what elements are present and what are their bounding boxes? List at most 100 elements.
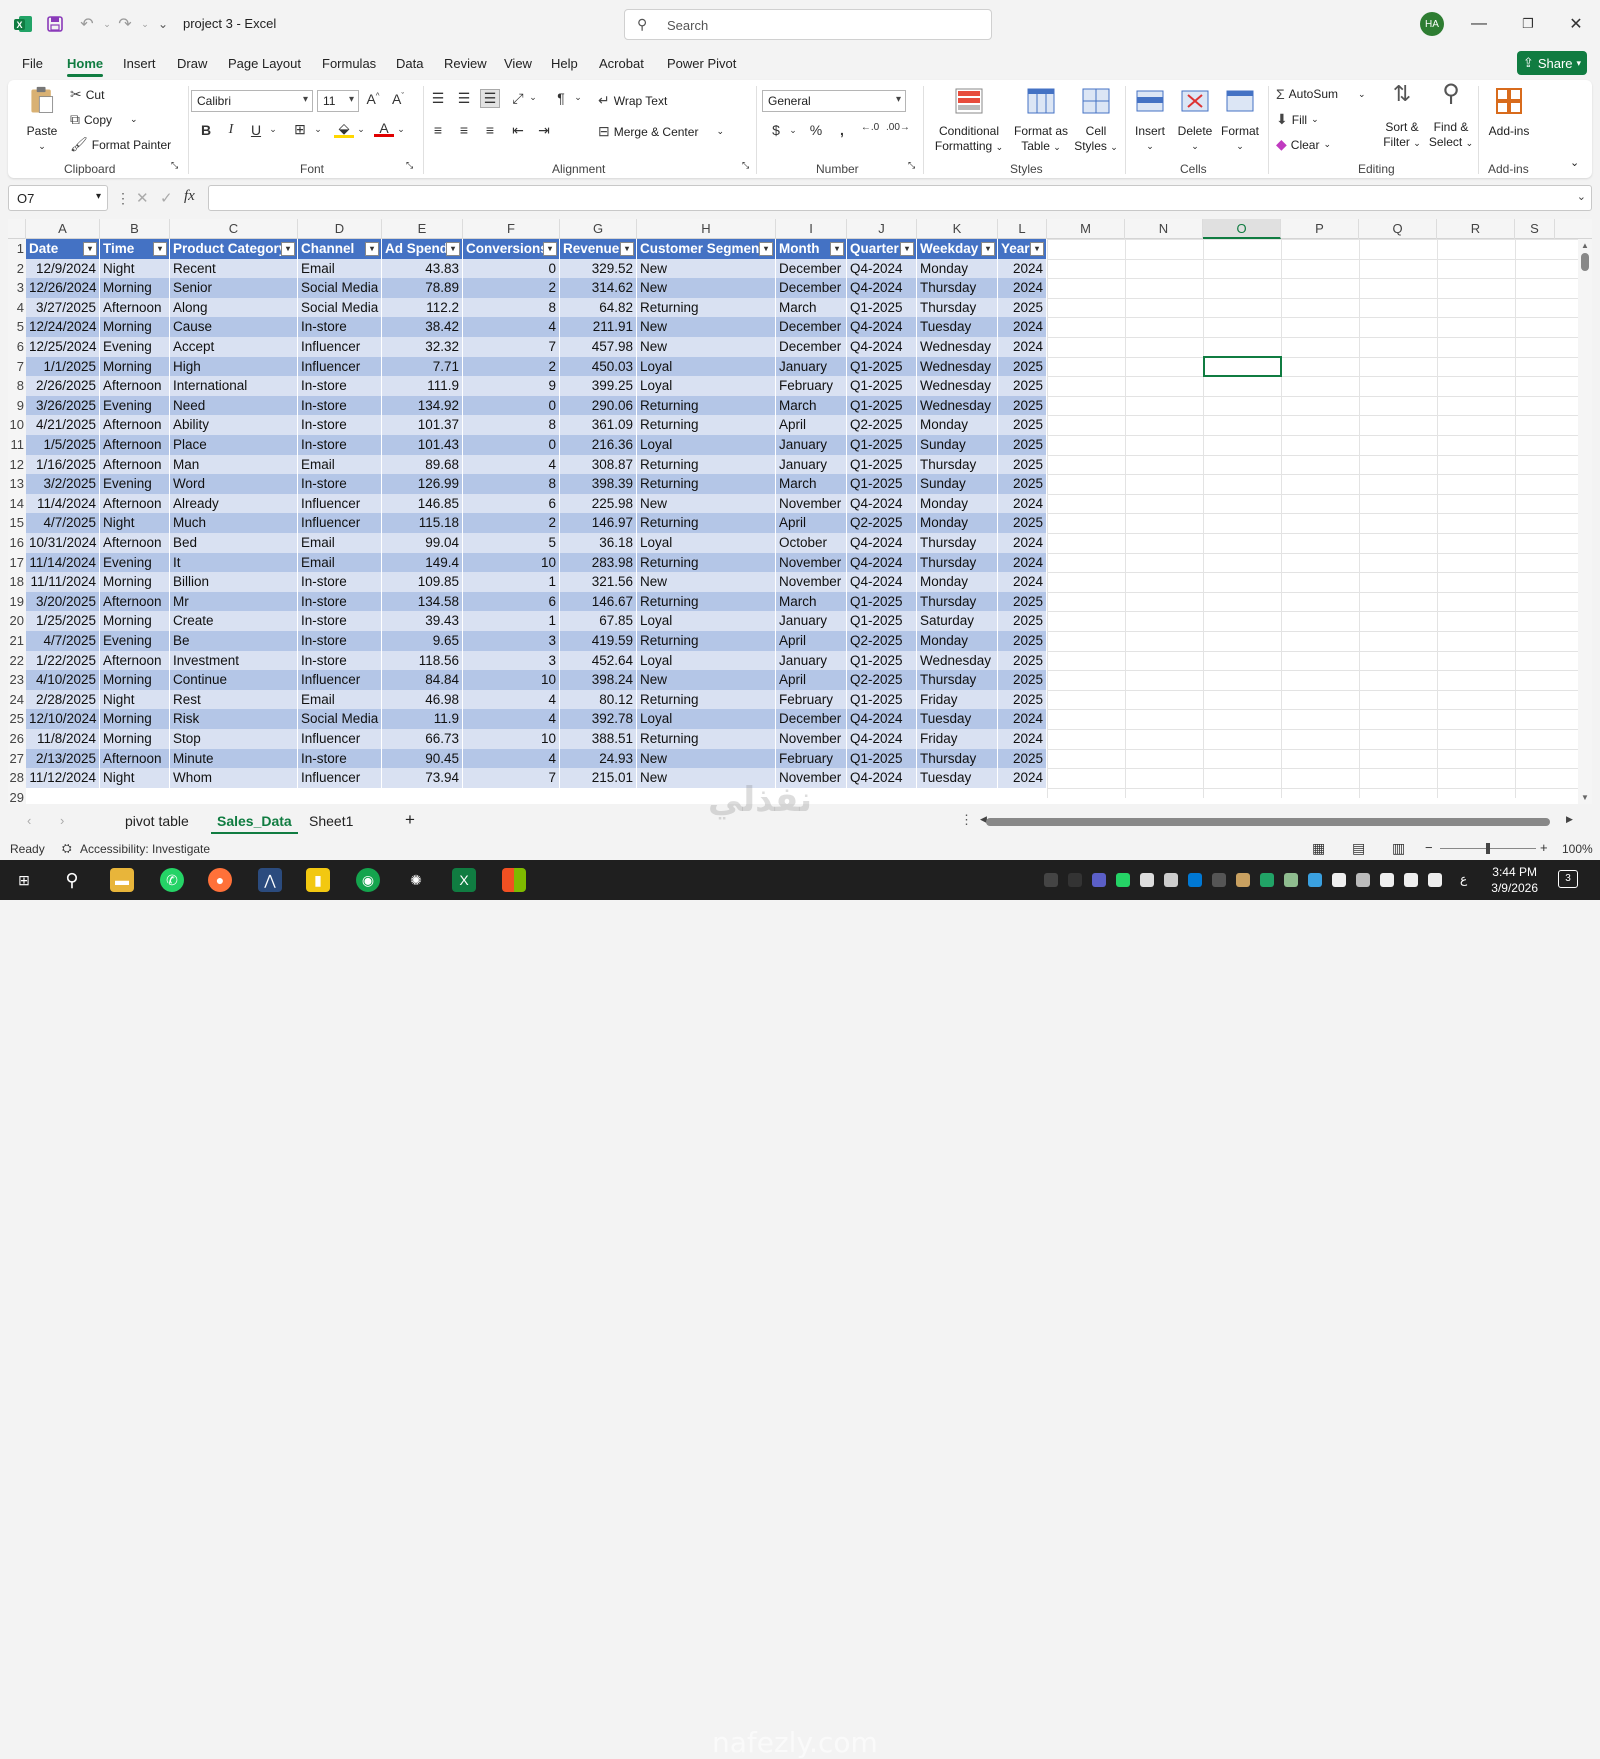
close-button[interactable]: ✕ <box>1562 12 1590 36</box>
format-as-table-button[interactable]: Format as Table ⌄ <box>1012 86 1070 155</box>
table-cell[interactable]: 11/14/2024 <box>26 552 100 573</box>
table-cell[interactable]: 215.01 <box>560 768 637 788</box>
table-cell[interactable]: Monday <box>917 258 998 279</box>
tray-icon[interactable] <box>1356 873 1370 887</box>
sort-filter-button[interactable]: ⇅ Sort & Filter ⌄ <box>1380 83 1424 151</box>
table-cell[interactable]: Q4-2024 <box>847 493 917 514</box>
table-cell[interactable]: 2025 <box>998 395 1047 416</box>
search-icon[interactable]: ⚲ <box>60 868 84 892</box>
table-cell[interactable]: Sunday <box>917 435 998 455</box>
table-cell[interactable]: Be <box>170 631 298 651</box>
row-header[interactable]: 14 <box>8 493 26 514</box>
table-cell[interactable]: Thursday <box>917 533 998 553</box>
decrease-indent-icon[interactable]: ⇤ <box>508 122 528 139</box>
clipboard-launcher-icon[interactable]: ⤡ <box>171 160 178 171</box>
table-cell[interactable]: 2024 <box>998 709 1047 729</box>
table-cell[interactable]: Q1-2025 <box>847 689 917 710</box>
table-cell[interactable]: Returning <box>637 631 776 651</box>
table-cell[interactable]: 4/7/2025 <box>26 631 100 651</box>
redo-icon[interactable]: ↷ <box>114 13 136 35</box>
table-cell[interactable]: Afternoon <box>100 748 170 769</box>
table-cell[interactable]: 89.68 <box>382 454 463 475</box>
table-cell[interactable]: 4/10/2025 <box>26 670 100 690</box>
table-cell[interactable]: Wednesday <box>917 395 998 416</box>
table-cell[interactable]: 39.43 <box>382 611 463 631</box>
filter-dropdown-icon[interactable]: ▾ <box>759 242 773 256</box>
column-header-n[interactable]: N <box>1125 219 1203 239</box>
decrease-font-icon[interactable]: Aˇ <box>388 91 408 107</box>
table-cell[interactable]: 2025 <box>998 591 1047 612</box>
table-cell[interactable]: Social Media <box>298 278 382 298</box>
filter-dropdown-icon[interactable]: ▾ <box>981 242 995 256</box>
table-cell[interactable]: 450.03 <box>560 356 637 377</box>
table-cell[interactable]: 3 <box>463 631 560 651</box>
table-cell[interactable]: March <box>776 297 847 318</box>
row-header[interactable]: 22 <box>8 650 26 671</box>
table-cell[interactable]: Investment <box>170 650 298 671</box>
table-cell[interactable]: Morning <box>100 670 170 690</box>
table-cell[interactable]: Monday <box>917 493 998 514</box>
tab-data[interactable]: Data <box>396 56 423 71</box>
table-cell[interactable]: Afternoon <box>100 415 170 435</box>
table-cell[interactable]: Tuesday <box>917 709 998 729</box>
table-cell[interactable]: January <box>776 454 847 475</box>
table-cell[interactable]: In-store <box>298 435 382 455</box>
zoom-in-icon[interactable]: + <box>1540 840 1548 855</box>
table-cell[interactable]: 3/20/2025 <box>26 591 100 612</box>
table-cell[interactable]: 419.59 <box>560 631 637 651</box>
table-cell[interactable]: 112.2 <box>382 297 463 318</box>
tray-icon[interactable] <box>1068 873 1082 887</box>
row-header[interactable]: 25 <box>8 709 26 729</box>
table-cell[interactable]: December <box>776 278 847 298</box>
table-cell[interactable]: Friday <box>917 729 998 749</box>
increase-font-icon[interactable]: A^ <box>363 91 383 107</box>
tray-icon[interactable] <box>1188 873 1202 887</box>
table-cell[interactable]: Q4-2024 <box>847 552 917 573</box>
table-cell[interactable]: Email <box>298 258 382 279</box>
percent-icon[interactable]: % <box>806 122 826 138</box>
excel-taskbar-icon[interactable]: X <box>452 868 476 892</box>
table-cell[interactable]: Thursday <box>917 454 998 475</box>
table-cell[interactable]: Place <box>170 435 298 455</box>
table-cell[interactable]: November <box>776 729 847 749</box>
table-cell[interactable]: 11/8/2024 <box>26 729 100 749</box>
table-cell[interactable]: Continue <box>170 670 298 690</box>
table-cell[interactable]: 12/25/2024 <box>26 337 100 357</box>
table-cell[interactable]: Returning <box>637 454 776 475</box>
table-cell[interactable]: Wednesday <box>917 376 998 396</box>
table-cell[interactable]: December <box>776 709 847 729</box>
table-cell[interactable]: April <box>776 631 847 651</box>
filter-dropdown-icon[interactable]: ▾ <box>365 242 379 256</box>
table-cell[interactable]: 2025 <box>998 689 1047 710</box>
table-cell[interactable]: 0 <box>463 435 560 455</box>
vertical-scrollbar[interactable]: ▲ ▼ <box>1578 239 1592 804</box>
table-cell[interactable]: In-store <box>298 415 382 435</box>
format-cells-button[interactable]: Format ⌄ <box>1218 86 1262 154</box>
table-cell[interactable]: 4/7/2025 <box>26 513 100 533</box>
table-cell[interactable]: High <box>170 356 298 377</box>
table-cell[interactable]: Rest <box>170 689 298 710</box>
row-header[interactable]: 24 <box>8 689 26 710</box>
table-cell[interactable]: New <box>637 317 776 337</box>
table-cell[interactable]: Loyal <box>637 709 776 729</box>
table-cell[interactable]: 101.43 <box>382 435 463 455</box>
table-cell[interactable]: Loyal <box>637 533 776 553</box>
table-cell[interactable]: 0 <box>463 258 560 279</box>
table-cell[interactable]: In-store <box>298 748 382 769</box>
tray-icon[interactable] <box>1236 873 1250 887</box>
table-cell[interactable]: Monday <box>917 415 998 435</box>
tray-icon[interactable] <box>1284 873 1298 887</box>
chevron-down-icon[interactable]: ⌄ <box>308 124 328 135</box>
table-cell[interactable]: February <box>776 689 847 710</box>
table-cell[interactable]: 6 <box>463 493 560 514</box>
table-cell[interactable]: Thursday <box>917 748 998 769</box>
table-header-cell[interactable]: Conversions ▾ <box>463 239 560 259</box>
table-cell[interactable]: 38.42 <box>382 317 463 337</box>
table-cell[interactable]: 2024 <box>998 533 1047 553</box>
table-cell[interactable]: 78.89 <box>382 278 463 298</box>
table-cell[interactable]: Word <box>170 474 298 494</box>
table-cell[interactable]: Wednesday <box>917 337 998 357</box>
number-format-select[interactable]: General ▾ <box>762 90 906 112</box>
table-cell[interactable]: 115.18 <box>382 513 463 533</box>
column-header-g[interactable]: G <box>560 219 637 239</box>
